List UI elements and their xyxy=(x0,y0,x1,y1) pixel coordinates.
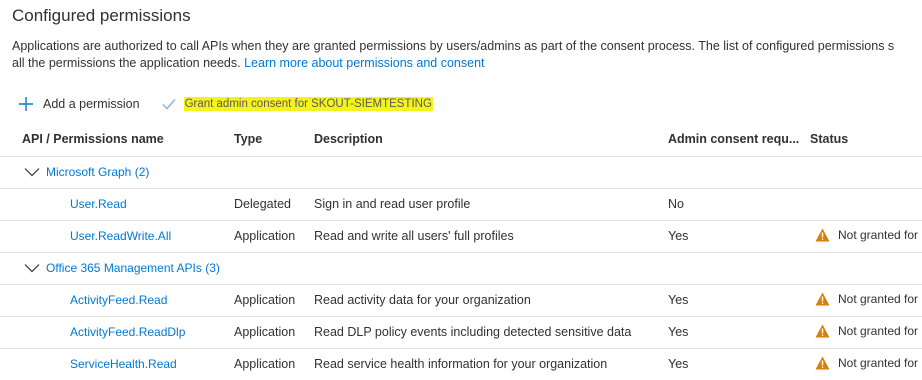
permission-type: Application xyxy=(234,325,296,339)
permission-link[interactable]: ServiceHealth.Read xyxy=(70,357,177,371)
chevron-down-icon xyxy=(24,166,40,178)
table-row: ActivityFeed.Read Application Read activ… xyxy=(0,285,922,317)
table-row: ServiceHealth.Read Application Read serv… xyxy=(0,349,922,380)
group-toggle-office-365[interactable]: Office 365 Management APIs (3) xyxy=(24,261,220,275)
table-row: User.ReadWrite.All Application Read and … xyxy=(0,221,922,253)
permission-description: Read and write all users' full profiles xyxy=(314,229,514,243)
table-row: ActivityFeed.ReadDlp Application Read DL… xyxy=(0,317,922,349)
chevron-down-icon xyxy=(24,262,40,274)
group-toggle-microsoft-graph[interactable]: Microsoft Graph (2) xyxy=(24,165,149,179)
permission-type: Delegated xyxy=(234,197,291,211)
table-header: API / Permissions name Type Description … xyxy=(0,122,922,157)
column-header-type[interactable]: Type xyxy=(234,132,262,146)
status-text: Not granted for xyxy=(838,228,919,242)
permission-link[interactable]: ActivityFeed.ReadDlp xyxy=(70,325,185,339)
column-header-api[interactable]: API / Permissions name xyxy=(22,132,164,146)
group-row-office-365: Office 365 Management APIs (3) xyxy=(0,253,922,285)
permission-description: Read activity data for your organization xyxy=(314,293,531,307)
permission-link[interactable]: User.Read xyxy=(70,197,127,211)
group-label: Office 365 Management APIs (3) xyxy=(46,261,220,275)
admin-consent-value: Yes xyxy=(668,293,689,307)
status-cell: Not granted for xyxy=(815,324,918,338)
grant-admin-consent-button[interactable]: Grant admin consent for SKOUT-SIEMTESTIN… xyxy=(140,95,433,113)
description-line-2: all the permissions the application need… xyxy=(12,55,922,72)
learn-more-link[interactable]: Learn more about permissions and consent xyxy=(244,56,484,70)
page-description: Applications are authorized to call APIs… xyxy=(12,38,922,72)
permission-description: Read service health information for your… xyxy=(314,357,608,371)
description-text: all the permissions the application need… xyxy=(12,56,245,70)
column-header-description[interactable]: Description xyxy=(314,132,383,146)
warning-icon xyxy=(815,292,830,306)
description-line-1: Applications are authorized to call APIs… xyxy=(12,39,895,53)
permission-type: Application xyxy=(234,229,296,243)
status-text: Not granted for xyxy=(838,292,919,306)
permission-link[interactable]: ActivityFeed.Read xyxy=(70,293,167,307)
status-text: Not granted for xyxy=(838,324,919,338)
table-row: User.Read Delegated Sign in and read use… xyxy=(0,189,922,221)
warning-icon xyxy=(815,356,830,370)
checkmark-icon xyxy=(160,95,178,113)
permission-description: Sign in and read user profile xyxy=(314,197,471,211)
admin-consent-value: Yes xyxy=(668,325,689,339)
grant-admin-consent-label: Grant admin consent for SKOUT-SIEMTESTIN… xyxy=(183,97,433,111)
permission-type: Application xyxy=(234,357,296,371)
toolbar: Add a permission Grant admin consent for… xyxy=(16,92,433,116)
permission-description: Read DLP policy events including detecte… xyxy=(314,325,632,339)
admin-consent-value: Yes xyxy=(668,229,689,243)
add-permission-button[interactable]: Add a permission xyxy=(16,94,140,114)
status-cell: Not granted for xyxy=(815,356,918,370)
add-permission-label: Add a permission xyxy=(43,97,140,111)
warning-icon xyxy=(815,324,830,338)
admin-consent-value: No xyxy=(668,197,684,211)
group-row-microsoft-graph: Microsoft Graph (2) xyxy=(0,157,922,189)
status-cell: Not granted for xyxy=(815,292,918,306)
permission-link[interactable]: User.ReadWrite.All xyxy=(70,229,171,243)
column-header-admin-consent[interactable]: Admin consent requ... xyxy=(668,132,799,146)
page-title: Configured permissions xyxy=(12,6,191,25)
admin-consent-value: Yes xyxy=(668,357,689,371)
permission-type: Application xyxy=(234,293,296,307)
status-text: Not granted for xyxy=(838,356,919,370)
plus-icon xyxy=(16,94,36,114)
warning-icon xyxy=(815,228,830,242)
column-header-status[interactable]: Status xyxy=(810,132,848,146)
status-cell: Not granted for xyxy=(815,228,918,242)
group-label: Microsoft Graph (2) xyxy=(46,165,150,179)
